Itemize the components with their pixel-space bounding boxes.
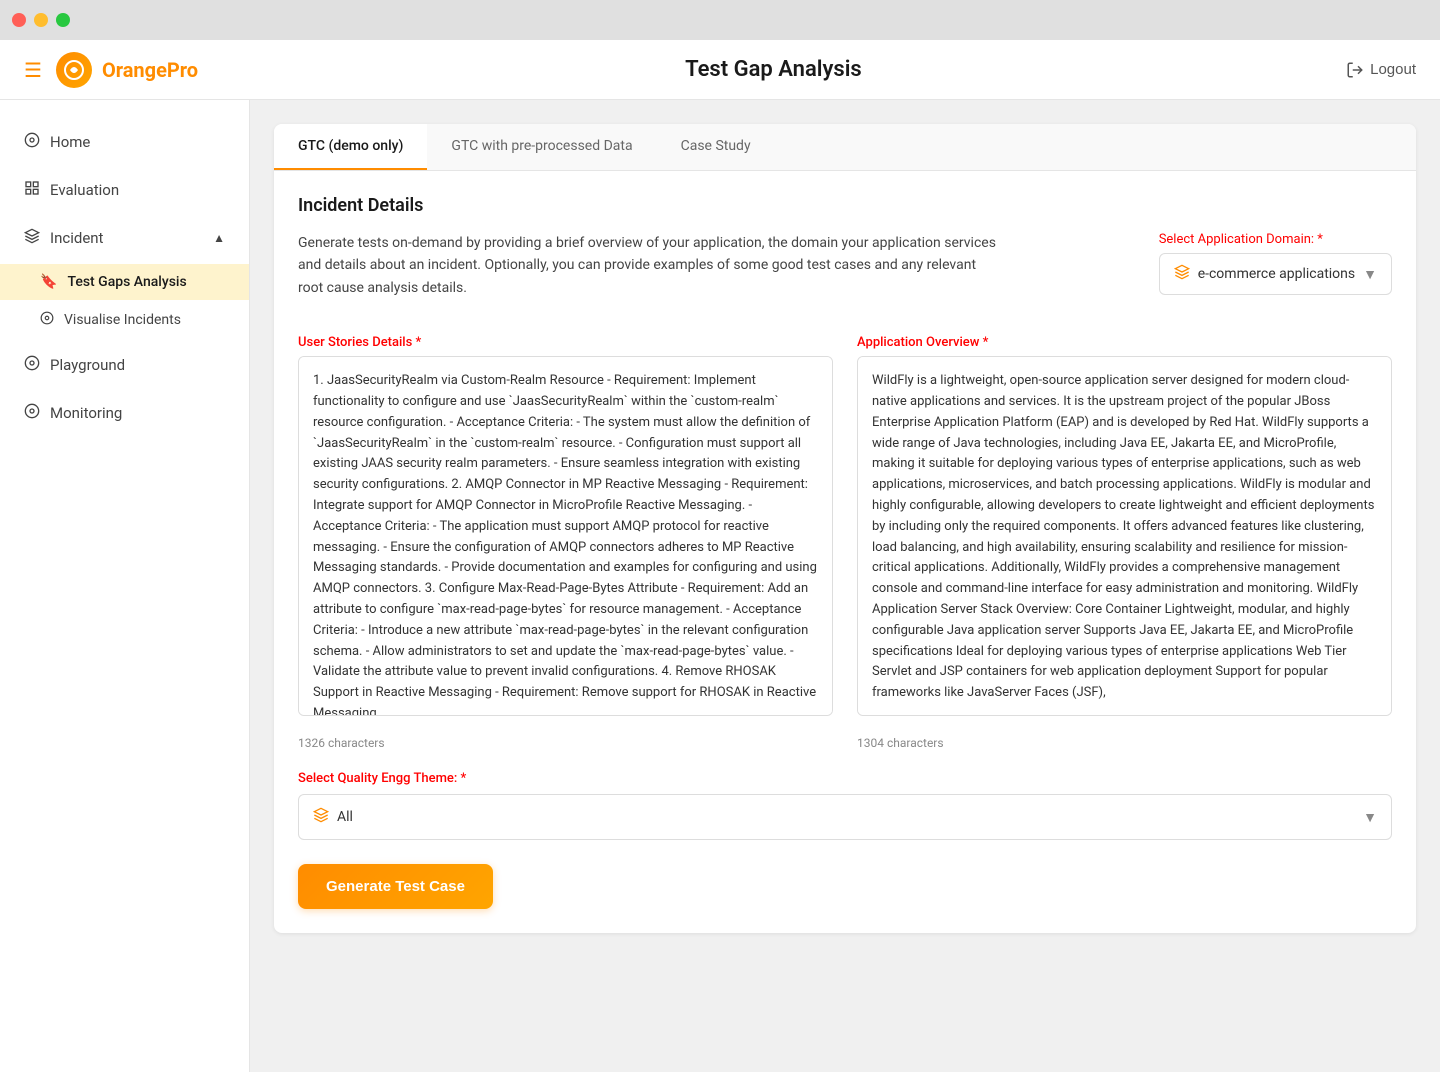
sidebar-label-incident: Incident: [50, 229, 103, 247]
sidebar-item-test-gaps-analysis[interactable]: 🔖 Test Gaps Analysis: [0, 264, 249, 300]
tabs-header: GTC (demo only) GTC with pre-processed D…: [274, 124, 1416, 171]
sidebar-item-monitoring[interactable]: Monitoring: [0, 391, 249, 435]
home-icon: [24, 132, 40, 152]
sidebar: Home Evaluation Incident ▲ 🔖 Test Gaps A…: [0, 100, 250, 1072]
tab-content: Incident Details Generate tests on-deman…: [274, 171, 1416, 933]
user-stories-group: User Stories Details *: [298, 335, 833, 716]
sidebar-item-incident[interactable]: Incident ▲: [0, 216, 249, 260]
app-overview-label: Application Overview *: [857, 335, 1392, 350]
sidebar-label-visualise: Visualise Incidents: [64, 312, 181, 328]
domain-select-icon: [1174, 264, 1190, 284]
sidebar-item-home[interactable]: Home: [0, 120, 249, 164]
test-gaps-icon: 🔖: [40, 274, 57, 290]
incident-details-section: Incident Details Generate tests on-deman…: [298, 195, 1392, 909]
sidebar-label-evaluation: Evaluation: [50, 181, 119, 199]
maximize-button[interactable]: [56, 13, 70, 27]
generate-test-case-button[interactable]: Generate Test Case: [298, 864, 493, 909]
tabs-container: GTC (demo only) GTC with pre-processed D…: [274, 124, 1416, 933]
sidebar-label-playground: Playground: [50, 356, 125, 374]
app-overview-char-count: 1304 characters: [857, 732, 1392, 751]
user-stories-char-count: 1326 characters: [298, 732, 833, 751]
evaluation-icon: [24, 180, 40, 200]
char-counts-row: 1326 characters 1304 characters: [298, 732, 1392, 751]
domain-chevron-icon: ▼: [1363, 266, 1377, 283]
chevron-up-icon: ▲: [213, 231, 225, 245]
quality-select-value: All: [337, 809, 353, 825]
user-stories-chars: 1326 characters: [298, 736, 385, 750]
logo-icon: [56, 52, 92, 88]
quality-label: Select Quality Engg Theme: *: [298, 771, 1392, 786]
user-stories-textarea[interactable]: [298, 356, 833, 716]
incident-header-row: Generate tests on-demand by providing a …: [298, 232, 1392, 319]
hamburger-icon[interactable]: ☰: [24, 58, 42, 82]
quality-select-icon: [313, 807, 329, 827]
minimize-button[interactable]: [34, 13, 48, 27]
fields-row: User Stories Details * Application Overv…: [298, 335, 1392, 716]
description-text: Generate tests on-demand by providing a …: [298, 232, 998, 299]
quality-select[interactable]: All ▼: [298, 794, 1392, 840]
monitoring-icon: [24, 403, 40, 423]
tab-gtc-demo[interactable]: GTC (demo only): [274, 124, 427, 170]
app-window: ☰ OrangePro Test Gap Analysis Logout: [0, 40, 1440, 1072]
domain-select[interactable]: e-commerce applications ▼: [1159, 253, 1392, 295]
quality-section: Select Quality Engg Theme: * All ▼: [298, 771, 1392, 840]
domain-label: Select Application Domain: *: [1159, 232, 1392, 247]
sidebar-label-test-gaps: Test Gaps Analysis: [67, 274, 186, 290]
quality-chevron-icon: ▼: [1363, 809, 1377, 826]
section-title: Incident Details: [298, 195, 1392, 216]
domain-required-star: *: [1317, 232, 1323, 247]
page-title: Test Gap Analysis: [685, 57, 1330, 82]
close-button[interactable]: [12, 13, 26, 27]
sidebar-label-home: Home: [50, 133, 90, 151]
app-overview-group: Application Overview *: [857, 335, 1392, 716]
topnav: ☰ OrangePro Test Gap Analysis Logout: [0, 40, 1440, 100]
logout-label: Logout: [1370, 61, 1416, 78]
playground-icon: [24, 355, 40, 375]
visualise-icon: [40, 310, 54, 329]
domain-selector-group: Select Application Domain: * e-commerce …: [1159, 232, 1392, 295]
incident-icon: [24, 228, 40, 248]
logo-area: ☰ OrangePro: [24, 52, 669, 88]
domain-select-value: e-commerce applications: [1198, 266, 1355, 282]
titlebar: [0, 0, 1440, 40]
app-overview-chars: 1304 characters: [857, 736, 944, 750]
user-stories-label: User Stories Details *: [298, 335, 833, 350]
main-layout: Home Evaluation Incident ▲ 🔖 Test Gaps A…: [0, 100, 1440, 1072]
sidebar-item-visualise-incidents[interactable]: Visualise Incidents: [0, 300, 249, 339]
tab-case-study[interactable]: Case Study: [657, 124, 775, 170]
app-overview-textarea[interactable]: [857, 356, 1392, 716]
sidebar-label-monitoring: Monitoring: [50, 404, 122, 422]
content-area: GTC (demo only) GTC with pre-processed D…: [250, 100, 1440, 1072]
sidebar-item-playground[interactable]: Playground: [0, 343, 249, 387]
logout-button[interactable]: Logout: [1346, 61, 1416, 79]
logo-text: OrangePro: [102, 58, 198, 82]
tab-gtc-preprocessed[interactable]: GTC with pre-processed Data: [427, 124, 656, 170]
sidebar-item-evaluation[interactable]: Evaluation: [0, 168, 249, 212]
sidebar-submenu-incident: 🔖 Test Gaps Analysis Visualise Incidents: [0, 264, 249, 339]
